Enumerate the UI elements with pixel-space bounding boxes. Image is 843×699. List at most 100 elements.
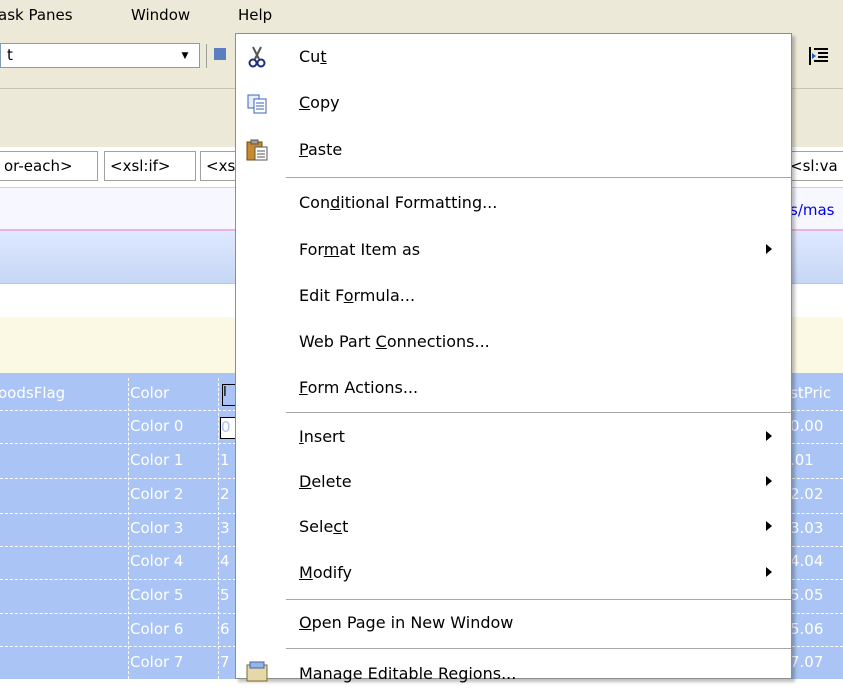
- copy-icon: [244, 90, 270, 116]
- table-cell-price[interactable]: 3.03: [790, 519, 843, 537]
- row-divider: [792, 646, 843, 647]
- table-cell-color[interactable]: Color 5: [130, 586, 218, 604]
- table-cell-price[interactable]: 7.07: [790, 653, 843, 671]
- menu-item-form-actions-label: Form Actions...: [299, 378, 419, 397]
- table-cell-id-selected[interactable]: 0: [220, 417, 236, 439]
- submenu-arrow-icon: [766, 476, 772, 486]
- toolbar-separator: [206, 44, 207, 68]
- table-cell-color[interactable]: Color 1: [130, 451, 218, 469]
- menu-item-form-actions[interactable]: Form Actions...: [236, 367, 791, 413]
- paste-icon: [244, 137, 270, 163]
- table-cell-color[interactable]: Color 6: [130, 620, 218, 638]
- menu-item-web-part-connections[interactable]: Web Part Connections...: [236, 321, 791, 367]
- row-divider: [0, 546, 236, 547]
- menu-item-conditional-formatting-label: Conditional Formatting...: [299, 193, 498, 212]
- tag-xsl[interactable]: <xs: [200, 151, 240, 181]
- menu-help[interactable]: Help: [238, 6, 272, 24]
- menu-item-insert[interactable]: Insert: [236, 416, 791, 462]
- menu-item-web-part-connections-label: Web Part Connections...: [299, 332, 490, 351]
- toolbar-icon[interactable]: [214, 48, 226, 60]
- row-divider: [792, 613, 843, 614]
- table-cell-id[interactable]: 6: [220, 620, 236, 638]
- menu-bar: ask Panes Window Help: [0, 0, 843, 32]
- table-cell-price[interactable]: 5.05: [790, 586, 843, 604]
- table-cell-color[interactable]: Color 2: [130, 485, 218, 503]
- font-combo-value: t: [7, 46, 13, 64]
- menu-item-manage-editable-regions-label: Manage Editable Regions...: [299, 664, 517, 683]
- table-cell-price[interactable]: 5.06: [790, 620, 843, 638]
- menu-item-select-label: Select: [299, 517, 349, 536]
- menu-item-copy-label: Copy: [299, 93, 340, 112]
- table-cell-price[interactable]: 2.02: [790, 485, 843, 503]
- row-divider: [792, 410, 843, 411]
- menu-item-delete-label: Delete: [299, 472, 352, 491]
- table-cell-id[interactable]: 7: [220, 653, 236, 671]
- menu-window[interactable]: Window: [131, 6, 190, 24]
- increase-indent-icon[interactable]: [806, 44, 832, 68]
- column-header-id[interactable]: I: [222, 384, 236, 406]
- menu-item-edit-formula[interactable]: Edit Formula...: [236, 275, 791, 321]
- row-divider: [0, 646, 236, 647]
- row-divider: [0, 478, 236, 479]
- column-divider: [128, 378, 129, 679]
- table-cell-id[interactable]: 3: [220, 519, 236, 537]
- table-cell-id[interactable]: 4: [220, 552, 236, 570]
- menu-item-select[interactable]: Select: [236, 506, 791, 552]
- table-cell-price[interactable]: 0.00: [790, 417, 843, 435]
- row-divider: [0, 613, 236, 614]
- row-divider: [792, 579, 843, 580]
- menu-item-format-item-as-label: Format Item as: [299, 240, 421, 259]
- menu-item-paste-label: Paste: [299, 140, 343, 159]
- menu-item-open-page-new-window-label: Open Page in New Window: [299, 613, 514, 632]
- tag-for-each[interactable]: or-each>: [0, 151, 98, 181]
- tag-xsl-value[interactable]: <sl:va: [788, 151, 843, 181]
- table-cell-price[interactable]: .01: [790, 451, 843, 469]
- font-combo[interactable]: t ▼: [0, 43, 200, 68]
- menu-item-modify-label: Modify: [299, 563, 353, 582]
- row-divider: [0, 443, 236, 444]
- menu-item-edit-formula-label: Edit Formula...: [299, 286, 416, 305]
- row-divider: [792, 478, 843, 479]
- menu-separator: [286, 177, 791, 178]
- table-cell-color[interactable]: Color 7: [130, 653, 218, 671]
- row-divider: [0, 579, 236, 580]
- table-cell-id[interactable]: 5: [220, 586, 236, 604]
- regions-icon: [244, 659, 270, 685]
- row-divider: [0, 513, 236, 514]
- submenu-arrow-icon: [766, 244, 772, 254]
- menu-item-paste[interactable]: Paste: [236, 129, 791, 175]
- column-divider: [218, 378, 219, 679]
- table-cell-id[interactable]: 1: [220, 451, 236, 469]
- submenu-arrow-icon: [766, 567, 772, 577]
- column-header-goods-flag: oodsFlag: [0, 384, 66, 402]
- menu-item-copy[interactable]: Copy: [236, 82, 791, 128]
- row-divider: [0, 410, 236, 411]
- table-cell-color[interactable]: Color 4: [130, 552, 218, 570]
- menu-item-open-page-new-window[interactable]: Open Page in New Window: [236, 602, 791, 648]
- menu-item-delete[interactable]: Delete: [236, 461, 791, 507]
- column-header-color: Color: [130, 384, 170, 402]
- dropdown-arrow-icon[interactable]: ▼: [173, 46, 197, 65]
- submenu-arrow-icon: [766, 521, 772, 531]
- menu-separator: [286, 648, 791, 649]
- menu-item-cut-label: Cut: [299, 47, 327, 66]
- menu-item-manage-editable-regions[interactable]: Manage Editable Regions...: [236, 653, 791, 699]
- table-cell-color[interactable]: Color 0: [130, 417, 218, 435]
- menu-item-format-item-as[interactable]: Format Item as: [236, 229, 791, 275]
- page-path-link[interactable]: s/mas: [790, 201, 835, 219]
- menu-item-cut[interactable]: Cut: [236, 36, 791, 82]
- menu-item-insert-label: Insert: [299, 427, 345, 446]
- table-cell-price[interactable]: 4.04: [790, 552, 843, 570]
- scissors-icon: [244, 44, 270, 70]
- row-divider: [792, 513, 843, 514]
- menu-separator: [286, 412, 791, 413]
- menu-item-modify[interactable]: Modify: [236, 552, 791, 598]
- table-cell-color[interactable]: Color 3: [130, 519, 218, 537]
- tag-xsl-if[interactable]: <xsl:if>: [104, 151, 196, 181]
- menu-separator: [286, 599, 791, 600]
- row-divider: [792, 546, 843, 547]
- column-header-list-price: stPric: [790, 384, 832, 402]
- menu-task-panes[interactable]: ask Panes: [0, 6, 73, 24]
- table-cell-id[interactable]: 2: [220, 485, 236, 503]
- menu-item-conditional-formatting[interactable]: Conditional Formatting...: [236, 182, 791, 228]
